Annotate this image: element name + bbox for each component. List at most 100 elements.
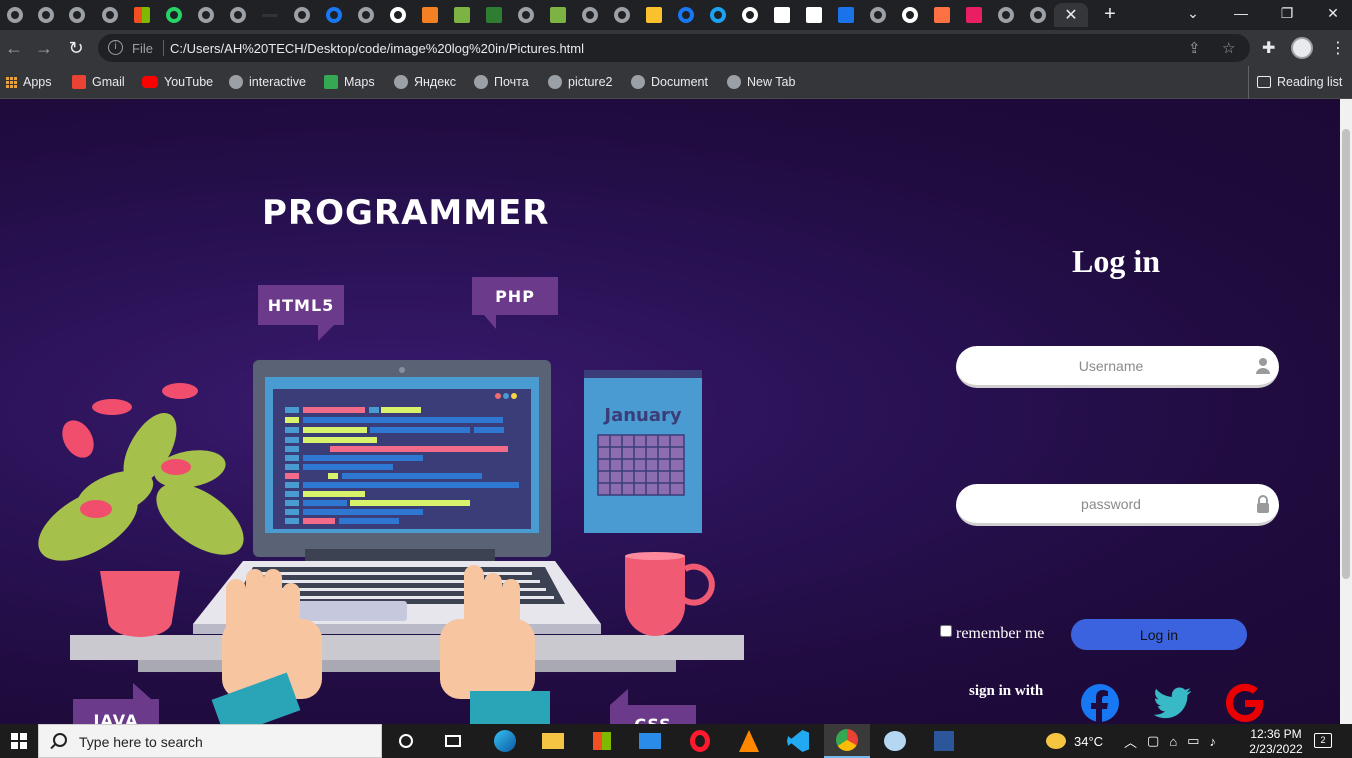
- bookmark-interactive[interactable]: interactive: [229, 73, 306, 91]
- restore-button[interactable]: ❐: [1264, 0, 1310, 26]
- reload-icon[interactable]: ↻: [64, 36, 88, 60]
- taskbar-mail[interactable]: [627, 724, 673, 758]
- tab-active[interactable]: ✕: [1054, 3, 1088, 27]
- volume-icon[interactable]: ♪: [1209, 734, 1216, 749]
- taskbar-file-explorer[interactable]: [530, 724, 576, 758]
- tab-search-icon[interactable]: ⌄: [1170, 0, 1216, 26]
- bookmark-new-tab[interactable]: New Tab: [727, 73, 795, 91]
- tab[interactable]: [639, 3, 669, 27]
- profile-avatar[interactable]: [1291, 37, 1313, 59]
- tab[interactable]: [607, 3, 637, 27]
- taskbar-store[interactable]: [579, 724, 625, 758]
- new-tab-button[interactable]: +: [1098, 3, 1122, 26]
- windows-start-button[interactable]: [0, 724, 38, 758]
- tab[interactable]: [863, 3, 893, 27]
- bookmark-label: New Tab: [747, 75, 796, 89]
- tab[interactable]: [351, 3, 381, 27]
- close-icon[interactable]: ✕: [1064, 5, 1077, 25]
- remember-me[interactable]: remember me: [940, 625, 1044, 643]
- reading-list-button[interactable]: Reading list: [1257, 73, 1342, 91]
- bookmark-maps[interactable]: Maps: [324, 73, 375, 91]
- close-window-button[interactable]: ✕: [1310, 0, 1352, 26]
- taskbar-edge[interactable]: [482, 724, 528, 758]
- taskbar-search[interactable]: Type here to search: [38, 724, 382, 758]
- tab[interactable]: [255, 3, 285, 27]
- taskbar-paint[interactable]: [872, 724, 918, 758]
- taskbar-opera[interactable]: [677, 724, 723, 758]
- tab[interactable]: [575, 3, 605, 27]
- login-button[interactable]: Log in: [1071, 619, 1247, 650]
- tab[interactable]: [127, 3, 157, 27]
- tab[interactable]: [159, 3, 189, 27]
- tab[interactable]: [767, 3, 797, 27]
- password-input[interactable]: [976, 493, 1246, 515]
- tab[interactable]: [479, 3, 509, 27]
- username-field[interactable]: [956, 346, 1279, 388]
- scrollbar-thumb[interactable]: [1342, 129, 1350, 579]
- google-icon[interactable]: [1225, 683, 1265, 723]
- tab[interactable]: [959, 3, 989, 27]
- bookmark-star-icon[interactable]: ☆: [1222, 39, 1235, 57]
- page-scrollbar[interactable]: [1340, 99, 1352, 724]
- taskbar-chrome[interactable]: [824, 724, 870, 758]
- taskbar-vscode[interactable]: [775, 724, 821, 758]
- tab[interactable]: [223, 3, 253, 27]
- network-icon[interactable]: ⌂: [1169, 734, 1177, 749]
- tab[interactable]: [927, 3, 957, 27]
- tab[interactable]: [1023, 3, 1053, 27]
- battery-icon[interactable]: ▭: [1187, 733, 1199, 749]
- back-icon[interactable]: ←: [2, 36, 26, 60]
- facebook-icon[interactable]: [1080, 683, 1120, 723]
- tab[interactable]: [735, 3, 765, 27]
- bookmark-yandex[interactable]: Яндекс: [394, 73, 456, 91]
- info-icon[interactable]: i: [108, 40, 123, 55]
- tab[interactable]: [703, 3, 733, 27]
- address-bar[interactable]: i File C:/Users/AH%20TECH/Desktop/code/i…: [98, 34, 1250, 62]
- tab[interactable]: [799, 3, 829, 27]
- minimize-button[interactable]: —: [1218, 0, 1264, 26]
- bookmark-picture2[interactable]: picture2: [548, 73, 612, 91]
- tab[interactable]: [287, 3, 317, 27]
- tab[interactable]: [991, 3, 1021, 27]
- bookmark-pochta[interactable]: Почта: [474, 73, 529, 91]
- chevron-up-icon[interactable]: ︿: [1124, 732, 1137, 751]
- programmer-illustration: PROGRAMMER HTML5 PHP JAVA CSS January: [0, 99, 800, 724]
- cortana-button[interactable]: [383, 724, 429, 758]
- device-icon[interactable]: ▢: [1147, 733, 1159, 749]
- forward-icon[interactable]: →: [32, 36, 56, 60]
- address-url[interactable]: C:/Users/AH%20TECH/Desktop/code/image%20…: [170, 41, 584, 56]
- task-view-button[interactable]: [430, 724, 476, 758]
- clock[interactable]: 12:36 PM 2/23/2022: [1244, 727, 1308, 757]
- tab[interactable]: [319, 3, 349, 27]
- bookmark-youtube[interactable]: YouTube: [142, 73, 213, 91]
- tab[interactable]: [383, 3, 413, 27]
- taskbar-word[interactable]: [921, 724, 967, 758]
- extensions-icon[interactable]: ✚: [1262, 38, 1275, 58]
- tab[interactable]: [447, 3, 477, 27]
- tab[interactable]: [31, 3, 61, 27]
- tab[interactable]: [191, 3, 221, 27]
- globe-icon: [998, 7, 1014, 23]
- weather-widget[interactable]: 34°C: [1046, 724, 1103, 758]
- tab[interactable]: [543, 3, 573, 27]
- tab[interactable]: [415, 3, 445, 27]
- tab[interactable]: [62, 3, 92, 27]
- tab[interactable]: [671, 3, 701, 27]
- username-input[interactable]: [976, 355, 1246, 377]
- tab[interactable]: [511, 3, 541, 27]
- tab[interactable]: [895, 3, 925, 27]
- tab[interactable]: [0, 3, 30, 27]
- bookmark-apps[interactable]: Apps: [6, 73, 52, 91]
- remember-checkbox[interactable]: [940, 625, 952, 637]
- share-icon[interactable]: ⇪: [1188, 39, 1201, 57]
- taskbar-vlc[interactable]: [726, 724, 772, 758]
- edge-icon: [494, 730, 516, 752]
- twitter-icon[interactable]: [1153, 683, 1193, 723]
- notification-center-icon[interactable]: 2: [1314, 733, 1332, 748]
- password-field[interactable]: [956, 484, 1279, 526]
- menu-icon[interactable]: ⋮: [1330, 38, 1346, 58]
- bookmark-document[interactable]: Document: [631, 73, 708, 91]
- bookmark-gmail[interactable]: Gmail: [72, 73, 125, 91]
- tab[interactable]: [95, 3, 125, 27]
- tab[interactable]: [831, 3, 861, 27]
